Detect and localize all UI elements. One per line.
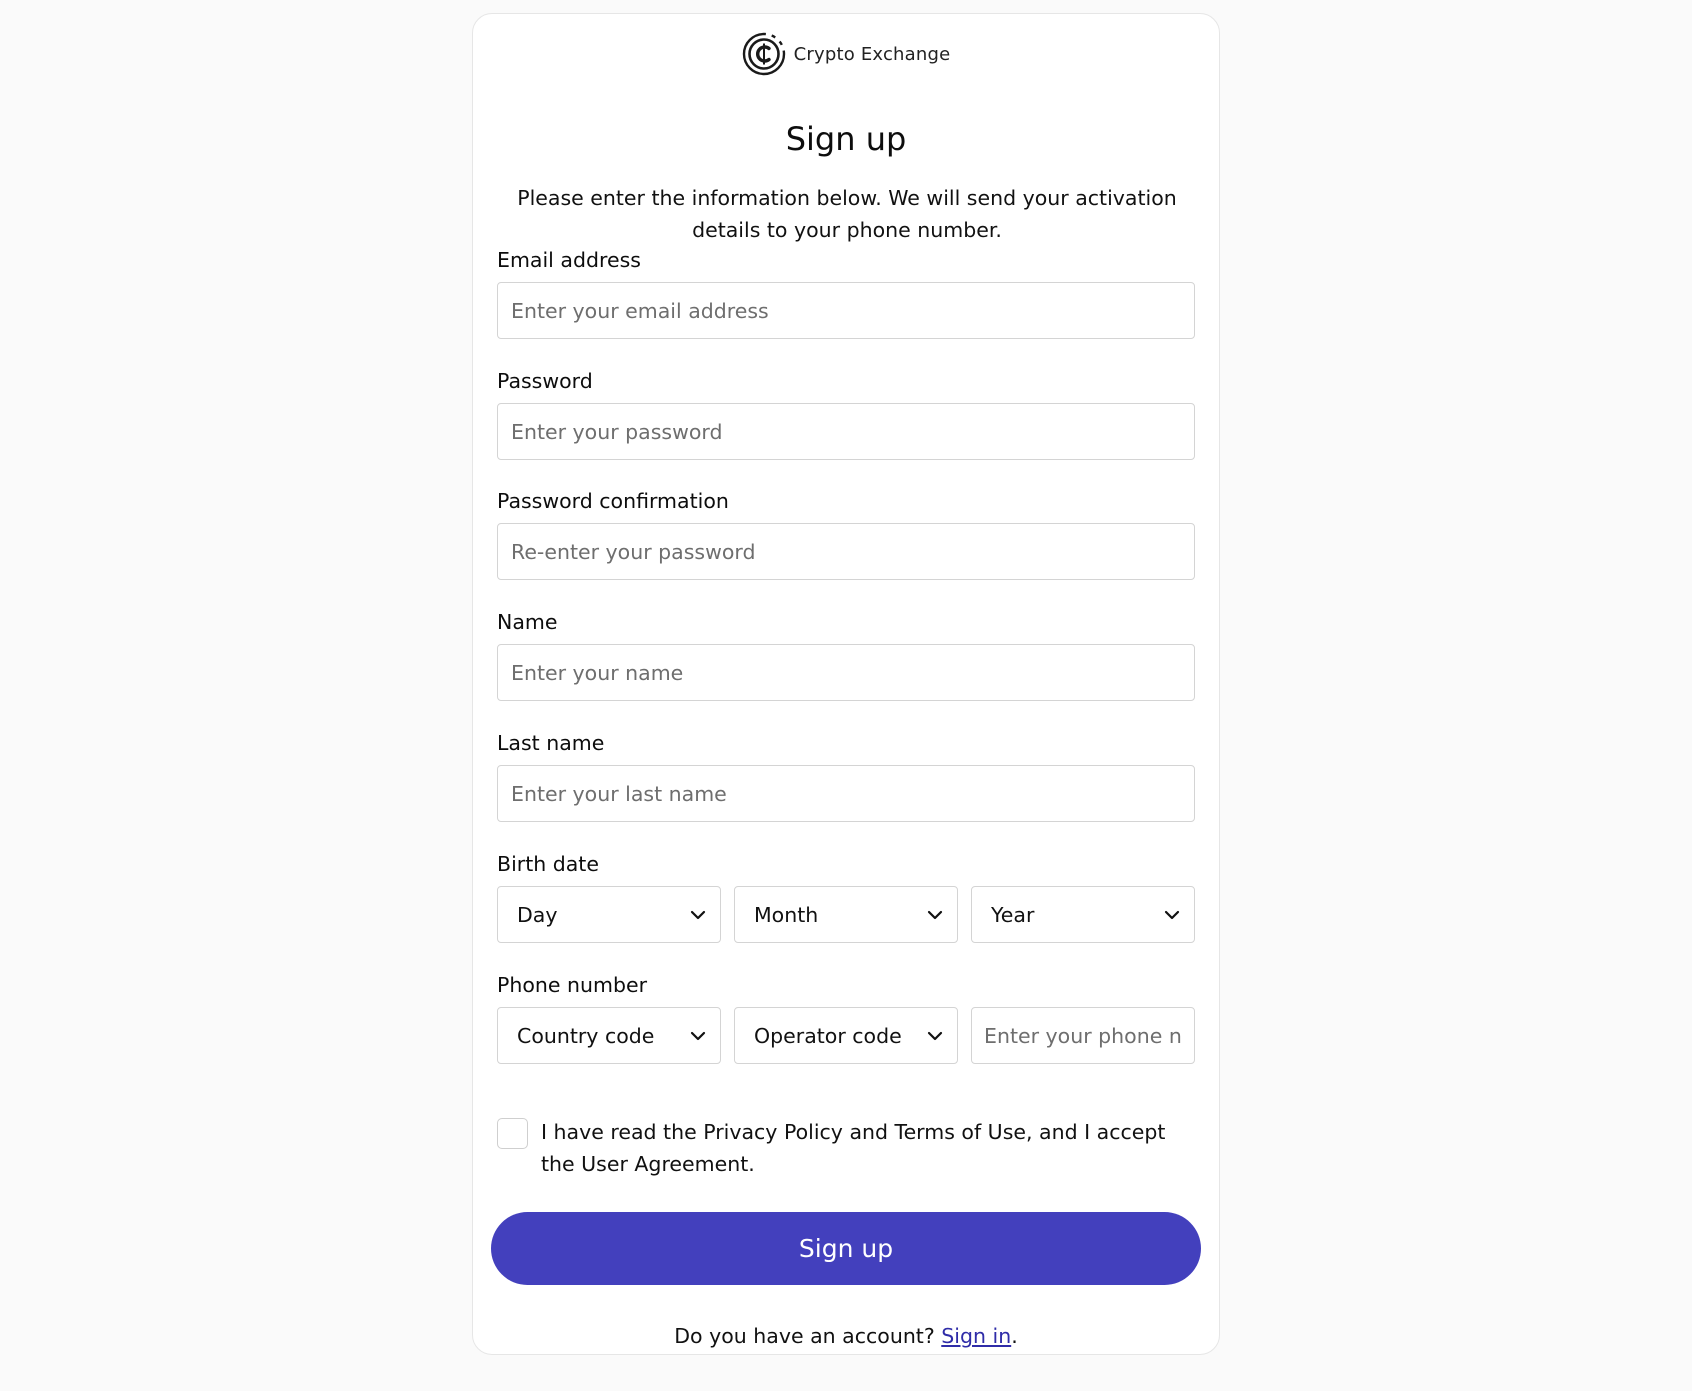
agreement-text: I have read the Privacy Policy and Terms…: [541, 1120, 1166, 1176]
sign-up-button[interactable]: Sign up: [491, 1212, 1201, 1285]
birth-month-value: Month: [754, 902, 819, 927]
chevron-down-icon: [690, 910, 706, 919]
page-title: Sign up: [785, 120, 907, 158]
country-code-value: Country code: [517, 1023, 655, 1048]
chevron-down-icon: [927, 1031, 943, 1040]
brand-name: Crypto Exchange: [793, 43, 951, 65]
last-name-field[interactable]: [497, 765, 1195, 822]
birth-month-select[interactable]: Month: [734, 886, 958, 943]
sign-in-link[interactable]: Sign in: [941, 1324, 1011, 1348]
country-code-select[interactable]: Country code: [497, 1007, 721, 1064]
signup-card: Crypto Exchange Sign up Please enter the…: [472, 13, 1220, 1355]
sign-in-prompt: Do you have an account? Sign in.: [473, 1324, 1219, 1348]
chevron-down-icon: [1164, 910, 1180, 919]
operator-code-value: Operator code: [754, 1023, 902, 1048]
birth-day-value: Day: [517, 902, 558, 927]
brand: Crypto Exchange: [473, 32, 1219, 76]
name-field[interactable]: [497, 644, 1195, 701]
crypto-coin-logo-icon: [742, 32, 785, 76]
birth-date-label: Birth date: [497, 852, 599, 876]
password-confirmation-field[interactable]: [497, 523, 1195, 580]
sign-in-prompt-suffix: .: [1011, 1324, 1018, 1348]
page-subtitle: Please enter the information below. We w…: [517, 186, 1177, 242]
email-field[interactable]: [497, 282, 1195, 339]
password-label: Password: [497, 369, 593, 393]
birth-year-select[interactable]: Year: [971, 886, 1195, 943]
birth-year-value: Year: [991, 902, 1035, 927]
password-field[interactable]: [497, 403, 1195, 460]
chevron-down-icon: [690, 1031, 706, 1040]
phone-number-label: Phone number: [497, 973, 648, 997]
email-label: Email address: [497, 248, 641, 272]
chevron-down-icon: [927, 910, 943, 919]
password-confirmation-label: Password confirmation: [497, 489, 729, 513]
name-label: Name: [497, 610, 558, 634]
operator-code-select[interactable]: Operator code: [734, 1007, 958, 1064]
birth-day-select[interactable]: Day: [497, 886, 721, 943]
agreement-checkbox[interactable]: [497, 1118, 528, 1149]
sign-in-prompt-text: Do you have an account?: [674, 1324, 935, 1348]
phone-number-field[interactable]: [971, 1007, 1195, 1064]
last-name-label: Last name: [497, 731, 605, 755]
